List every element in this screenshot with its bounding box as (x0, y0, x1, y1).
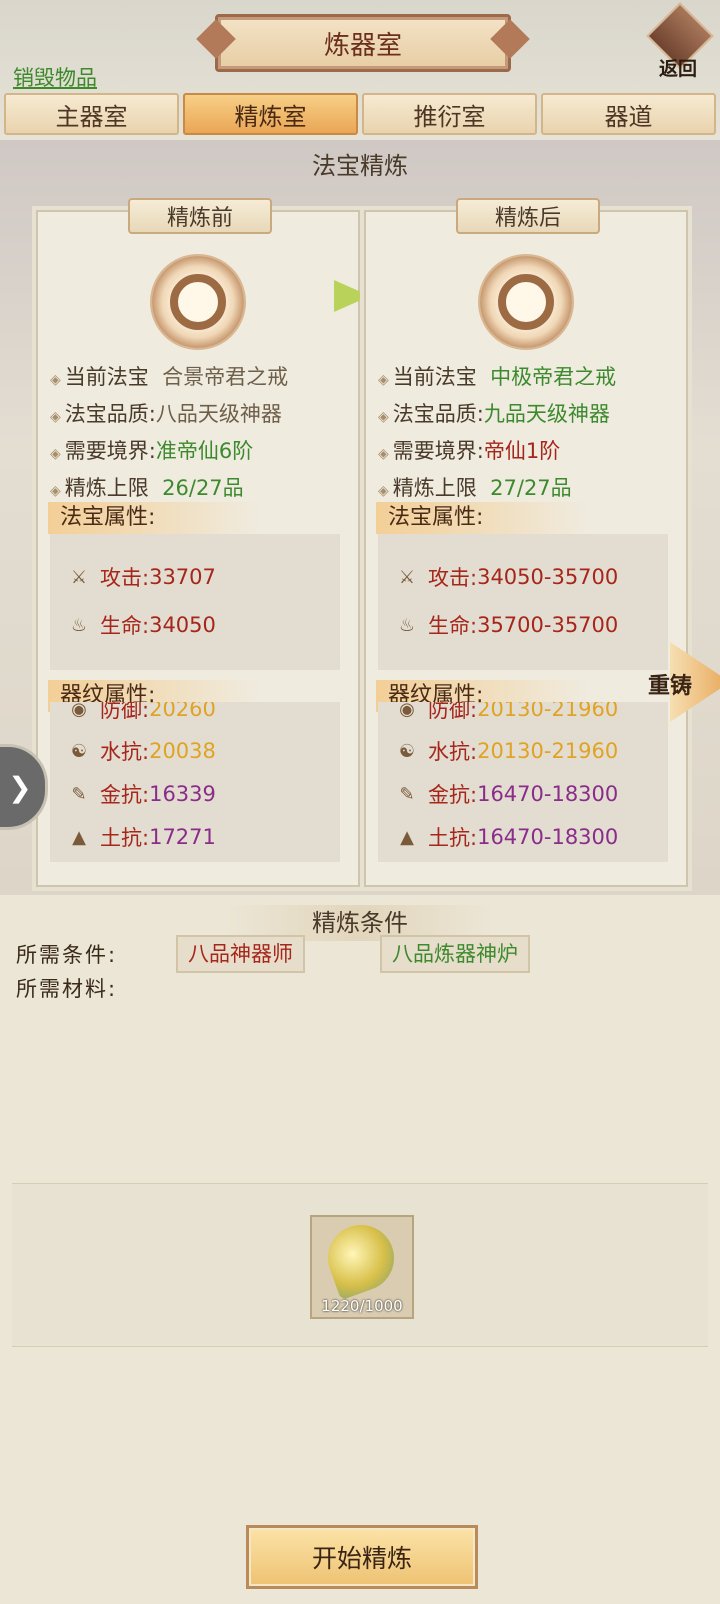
tab-deduce-room[interactable]: 推衍室 (362, 93, 537, 135)
blade-icon: ✎ (71, 783, 87, 805)
attr-label: 水抗: (428, 740, 478, 764)
ring-icon[interactable] (478, 254, 574, 350)
before-panel: 精炼前 当前法宝 合景帝君之戒 法宝品质:八品天级神器 需要境界:准帝仙6阶 精… (36, 198, 360, 887)
attr-value: 20260 (149, 702, 216, 721)
attr-value: 16339 (149, 782, 216, 806)
field-value: 九品天级神器 (483, 402, 610, 426)
attr-title: 法宝属性: (376, 502, 588, 534)
field-key: 法宝品质: (378, 397, 484, 434)
section-title: 法宝精炼 (312, 152, 408, 180)
attr-value: 17271 (149, 825, 216, 849)
attr-label: 攻击: (428, 566, 478, 590)
shield-icon: ◉ (399, 702, 415, 720)
pattern-box[interactable]: ◉ 防御: 20130-21960 ☯ 水抗: 20130-21960 ✎ 金抗: 1647… (378, 702, 668, 862)
material-slot[interactable]: 1220/1000 (310, 1215, 414, 1319)
attr-label: 金抗: (100, 783, 150, 807)
refine-section: 法宝精炼 精炼前 当前法宝 合景帝君之戒 法宝品质:八品天级神器 需要境界:准帝… (0, 140, 720, 895)
start-refine-button[interactable]: 开始精炼 (246, 1525, 478, 1589)
attr-value: 35700-35700 (477, 613, 619, 637)
attr-label: 土抗: (100, 826, 150, 850)
water-icon: ☯ (70, 740, 88, 762)
before-tag: 精炼前 (128, 198, 272, 234)
flame-icon: ♨ (70, 614, 88, 636)
attr-value: 34050-35700 (477, 565, 619, 589)
tab-main-room[interactable]: 主器室 (4, 93, 179, 135)
attr-label: 生命: (428, 614, 478, 638)
attr-value: 33707 (149, 565, 216, 589)
required-item-furnace: 八品炼器神炉 (380, 935, 530, 973)
back-label: 返回 (658, 58, 697, 80)
pattern-box[interactable]: ◉ 防御: 20260 ☯ 水抗: 20038 ✎ 金抗: 16339 ▲ 土抗: 17271 (50, 702, 340, 862)
attr-label: 防御: (428, 702, 478, 722)
after-tag: 精炼后 (456, 198, 600, 234)
field-key: 需要境界: (378, 434, 484, 471)
field-key: 当前法宝 (378, 360, 477, 397)
page-title: 炼器室 (215, 14, 511, 72)
ring-icon[interactable] (150, 254, 246, 350)
destroy-items-link[interactable]: 销毁物品 (13, 62, 97, 92)
attr-label: 土抗: (428, 826, 478, 850)
conditions-section: 精炼条件 所需条件: 八品神器师 八品炼器神炉 所需材料: 1220/1000 … (0, 895, 720, 1604)
field-key: 法宝品质: (50, 397, 156, 434)
attr-box: ⚔ 攻击: 34050-35700 ♨ 生命: 35700-35700 (378, 534, 668, 670)
attr-label: 水抗: (100, 740, 150, 764)
flame-icon: ♨ (398, 614, 416, 636)
attr-value: 20130-21960 (477, 739, 619, 763)
attr-box: ⚔ 攻击: 33707 ♨ 生命: 34050 (50, 534, 340, 670)
field-value: 八品天级神器 (155, 402, 282, 426)
after-panel: 精炼后 当前法宝 中极帝君之戒 法宝品质:九品天级神器 需要境界:帝仙1阶 精炼… (364, 198, 688, 887)
attr-value: 20038 (149, 739, 216, 763)
material-count: 1220/1000 (321, 1297, 403, 1315)
recast-label: 重铸 (648, 674, 693, 699)
after-info: 当前法宝 中极帝君之戒 法宝品质:九品天级神器 需要境界:帝仙1阶 精炼上限 2… (378, 360, 616, 508)
room-tabs: 主器室 精炼室 推衍室 器道 (4, 93, 716, 135)
sword-icon: ⚔ (70, 566, 88, 588)
attr-value: 34050 (149, 613, 216, 637)
recast-button[interactable]: 重铸 (648, 638, 720, 728)
field-value: 准帝仙6阶 (155, 439, 254, 463)
required-label: 所需条件: (16, 943, 118, 967)
attr-value: 20130-21960 (477, 702, 619, 721)
attr-value: 16470-18300 (477, 782, 619, 806)
attr-label: 防御: (100, 702, 150, 722)
tab-refine-room[interactable]: 精炼室 (183, 93, 358, 135)
field-value: 合景帝君之戒 (162, 365, 289, 389)
water-icon: ☯ (398, 740, 416, 762)
sword-icon: ⚔ (398, 566, 416, 588)
refine-stone-icon (318, 1215, 404, 1301)
attr-title: 法宝属性: (48, 502, 260, 534)
materials-label: 所需材料: (16, 977, 118, 1001)
attr-label: 金抗: (428, 783, 478, 807)
attr-label: 生命: (100, 614, 150, 638)
required-item-smith: 八品神器师 (176, 935, 305, 973)
earth-icon: ▲ (400, 826, 414, 848)
field-key: 需要境界: (50, 434, 156, 471)
attr-value: 16470-18300 (477, 825, 619, 849)
field-key: 当前法宝 (50, 360, 149, 397)
shield-icon: ◉ (71, 702, 87, 720)
blade-icon: ✎ (399, 783, 415, 805)
earth-icon: ▲ (72, 826, 86, 848)
field-value: 帝仙1阶 (483, 439, 561, 463)
field-value: 中极帝君之戒 (490, 365, 617, 389)
back-button[interactable]: 返回 (646, 2, 714, 80)
attr-label: 攻击: (100, 566, 150, 590)
tab-artifact-dao[interactable]: 器道 (541, 93, 716, 135)
before-info: 当前法宝 合景帝君之戒 法宝品质:八品天级神器 需要境界:准帝仙6阶 精炼上限 … (50, 360, 288, 508)
